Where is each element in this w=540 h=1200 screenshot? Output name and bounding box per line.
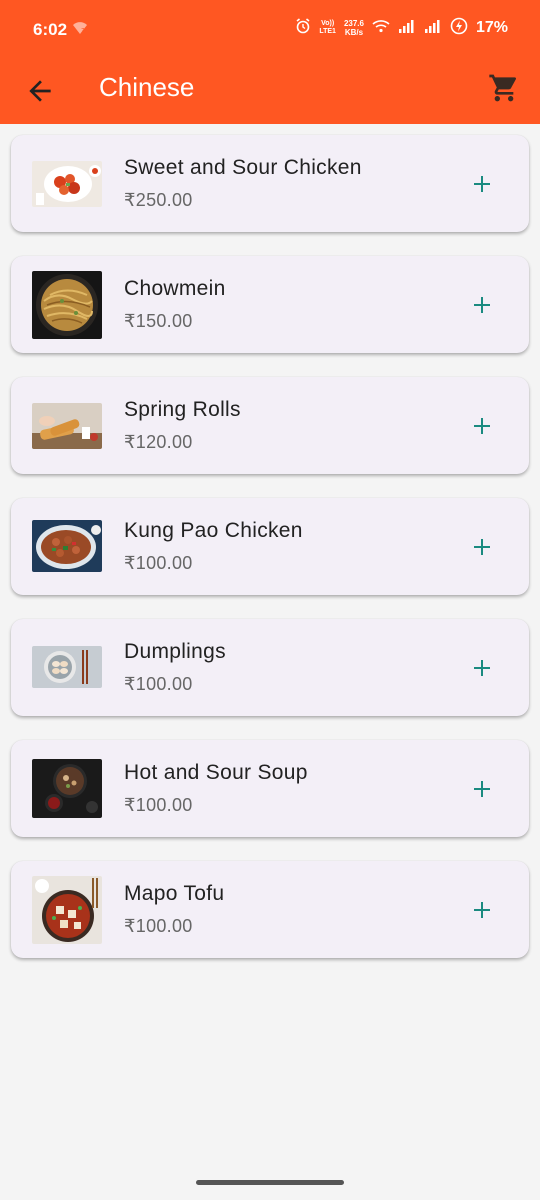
home-indicator[interactable] bbox=[196, 1180, 344, 1185]
battery-level: 17% bbox=[475, 19, 508, 36]
add-icon[interactable] bbox=[469, 171, 495, 197]
item-price: ₹250.00 bbox=[124, 190, 193, 210]
svg-text:?: ? bbox=[81, 27, 85, 35]
volte-icon: Vo)) LTE1 bbox=[319, 20, 336, 36]
menu-item-list: Sweet and Sour Chicken ₹250.00 Chowmein … bbox=[11, 135, 529, 982]
add-icon[interactable] bbox=[469, 897, 495, 923]
item-price: ₹100.00 bbox=[124, 553, 193, 573]
item-name: Sweet and Sour Chicken bbox=[124, 156, 362, 179]
volte-bottom: LTE1 bbox=[319, 28, 336, 35]
add-icon[interactable] bbox=[469, 534, 495, 560]
app-bar: Chinese bbox=[0, 62, 540, 124]
list-item[interactable]: Chowmein ₹150.00 bbox=[11, 256, 529, 353]
food-image bbox=[32, 161, 102, 207]
add-icon[interactable] bbox=[469, 413, 495, 439]
list-item[interactable]: Kung Pao Chicken ₹100.00 bbox=[11, 498, 529, 595]
network-speed-unit: KB/s bbox=[344, 28, 364, 37]
food-image bbox=[32, 271, 102, 339]
item-price: ₹120.00 bbox=[124, 432, 193, 452]
item-price: ₹100.00 bbox=[124, 795, 193, 815]
list-item[interactable]: Mapo Tofu ₹100.00 bbox=[11, 861, 529, 958]
page-title: Chinese bbox=[99, 72, 195, 102]
wifi-icon bbox=[372, 19, 390, 37]
signal-icon bbox=[398, 19, 416, 37]
signal-icon bbox=[424, 19, 442, 37]
status-time: 6:02 bbox=[33, 20, 68, 39]
food-image bbox=[32, 759, 102, 818]
arrow-back-icon[interactable] bbox=[24, 75, 56, 107]
food-image bbox=[32, 876, 102, 944]
list-item[interactable]: Spring Rolls ₹120.00 bbox=[11, 377, 529, 474]
volte-top: Vo)) bbox=[321, 20, 335, 27]
food-image bbox=[32, 403, 102, 449]
status-bar: 6:02 ? Vo)) LTE1 237.6 KB/s 17% bbox=[0, 0, 540, 62]
item-name: Chowmein bbox=[124, 277, 226, 300]
wifi-notification-icon: ? bbox=[72, 21, 88, 40]
item-price: ₹100.00 bbox=[124, 674, 193, 694]
food-image bbox=[32, 520, 102, 572]
add-icon[interactable] bbox=[469, 292, 495, 318]
item-name: Hot and Sour Soup bbox=[124, 761, 308, 784]
list-item[interactable]: Hot and Sour Soup ₹100.00 bbox=[11, 740, 529, 837]
item-name: Kung Pao Chicken bbox=[124, 519, 303, 542]
item-name: Dumplings bbox=[124, 640, 226, 663]
item-name: Mapo Tofu bbox=[124, 882, 225, 905]
network-speed-value: 237.6 bbox=[343, 19, 364, 28]
add-icon[interactable] bbox=[469, 655, 495, 681]
status-icons: Vo)) LTE1 237.6 KB/s 17% bbox=[295, 17, 508, 39]
add-icon[interactable] bbox=[469, 776, 495, 802]
shopping-cart-icon[interactable] bbox=[488, 72, 520, 104]
food-image bbox=[32, 646, 102, 688]
item-price: ₹100.00 bbox=[124, 916, 193, 936]
item-price: ₹150.00 bbox=[124, 311, 193, 331]
list-item[interactable]: Sweet and Sour Chicken ₹250.00 bbox=[11, 135, 529, 232]
item-name: Spring Rolls bbox=[124, 398, 241, 421]
battery-charging-icon bbox=[450, 17, 468, 39]
alarm-icon bbox=[295, 18, 311, 38]
network-speed: 237.6 KB/s bbox=[344, 19, 364, 37]
list-item[interactable]: Dumplings ₹100.00 bbox=[11, 619, 529, 716]
